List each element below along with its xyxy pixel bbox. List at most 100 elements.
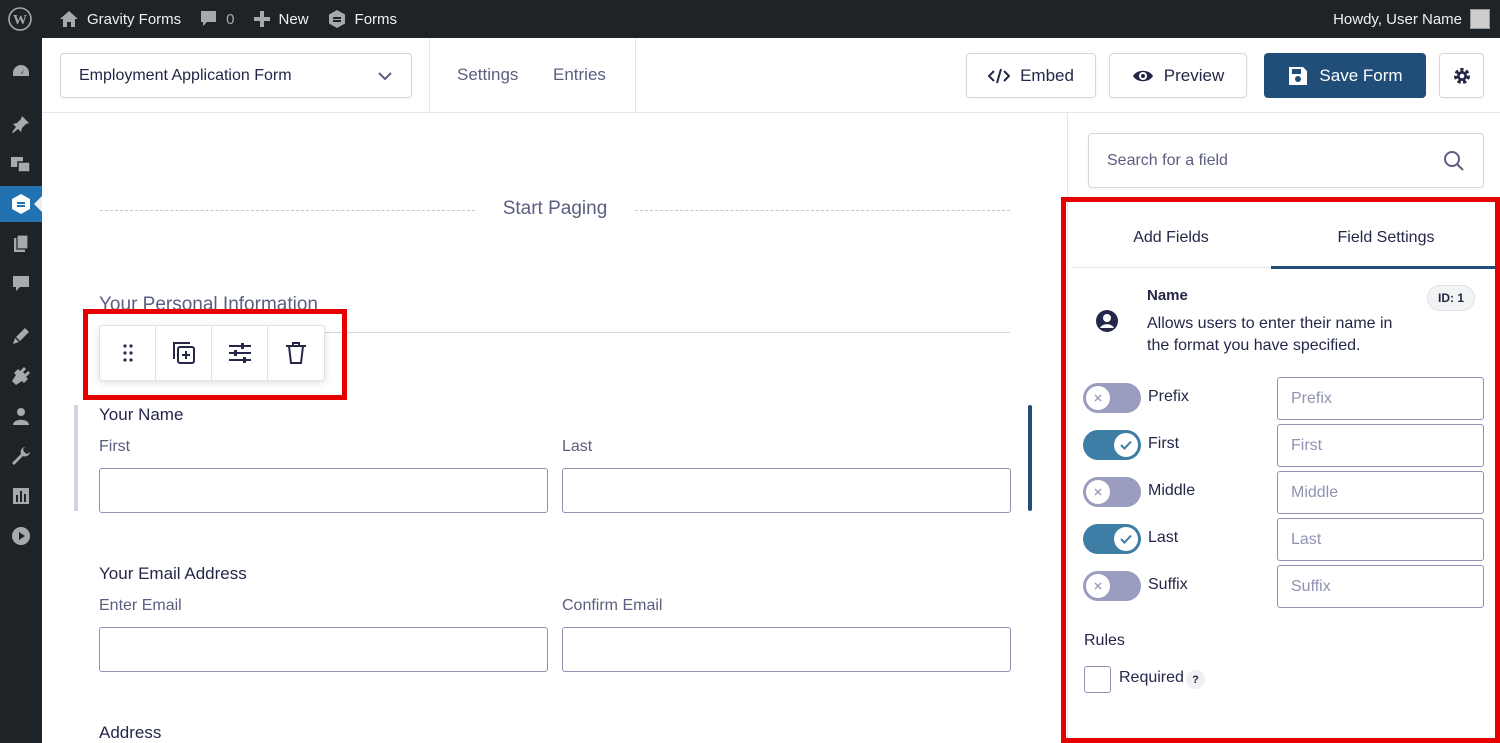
sidebar-tabs: Add Fields Field Settings — [1071, 208, 1500, 269]
confirm-email-sublabel: Confirm Email — [562, 597, 663, 614]
dashboard-icon[interactable] — [9, 60, 33, 84]
comments-icon[interactable] — [9, 272, 33, 296]
tools-icon[interactable] — [9, 444, 33, 468]
required-checkbox[interactable] — [1084, 666, 1111, 693]
middle-placeholder-input[interactable] — [1277, 471, 1484, 514]
settings-icon[interactable] — [9, 484, 33, 508]
address-field-label[interactable]: Address — [99, 723, 161, 743]
appearance-icon[interactable] — [9, 324, 33, 348]
chevron-down-icon — [378, 71, 392, 80]
last-placeholder-input[interactable] — [1277, 518, 1484, 561]
x-icon — [1094, 582, 1102, 590]
account-item[interactable]: Howdy, User Name — [1324, 0, 1500, 38]
name-part-row-prefix: Prefix — [1083, 377, 1500, 420]
site-name: Gravity Forms — [87, 10, 182, 28]
gravity-forms-icon[interactable] — [9, 192, 33, 216]
drag-handle-icon — [122, 344, 133, 362]
tab-add-fields[interactable]: Add Fields — [1071, 208, 1271, 268]
eye-icon — [1132, 70, 1153, 81]
site-name-item[interactable]: Gravity Forms — [41, 0, 190, 38]
last-toggle[interactable] — [1083, 524, 1141, 554]
last-toggle-label: Last — [1148, 529, 1179, 546]
avatar — [1470, 9, 1490, 29]
pages-icon[interactable] — [9, 232, 33, 256]
plugins-icon[interactable] — [9, 364, 33, 388]
save-form-label: Save Form — [1319, 65, 1403, 85]
gear-icon — [1453, 67, 1470, 84]
plus-icon — [253, 11, 270, 27]
forms-item[interactable]: Forms — [318, 0, 407, 38]
name-part-row-last: Last — [1083, 518, 1500, 561]
embed-button[interactable]: Embed — [966, 53, 1096, 98]
header-divider — [429, 38, 430, 113]
comments-item[interactable]: 0 — [190, 0, 243, 38]
first-placeholder-input[interactable] — [1277, 424, 1484, 467]
wordpress-logo-item[interactable]: W — [0, 0, 41, 38]
enter-email-input[interactable] — [99, 627, 548, 672]
page-break-start-paging[interactable]: Start Paging — [100, 198, 1010, 222]
code-icon — [988, 68, 1011, 83]
preview-button[interactable]: Preview — [1109, 53, 1247, 98]
x-icon — [1094, 394, 1102, 402]
header-divider — [635, 38, 636, 113]
comments-count: 0 — [226, 10, 235, 28]
settings-link[interactable]: Settings — [457, 65, 518, 85]
new-content-item[interactable]: New — [244, 0, 318, 38]
prefix-toggle[interactable] — [1083, 383, 1141, 413]
field-id-badge: ID: 1 — [1427, 285, 1476, 311]
form-editor-header: Employment Application Form Settings Ent… — [42, 38, 1500, 113]
page-break-label: Start Paging — [502, 198, 608, 219]
admin-bar: W Gravity Forms 0 New Forms Howdy, User … — [0, 0, 1500, 38]
name-field-label[interactable]: Your Name — [99, 405, 183, 425]
field-action-toolbar — [99, 325, 325, 381]
entries-link[interactable]: Entries — [553, 65, 606, 85]
editor-sidebar: Add Fields Field Settings Name ID: 1 All… — [1067, 113, 1500, 743]
sliders-icon — [228, 343, 251, 363]
first-name-input[interactable] — [99, 468, 548, 513]
suffix-toggle-label: Suffix — [1148, 576, 1188, 593]
floppy-disk-icon — [1289, 66, 1308, 85]
email-field-label[interactable]: Your Email Address — [99, 564, 247, 584]
help-icon[interactable]: ? — [1186, 670, 1205, 689]
svg-text:W: W — [13, 13, 27, 28]
users-icon[interactable] — [9, 404, 33, 428]
howdy-text: Howdy, User Name — [1333, 10, 1462, 28]
form-settings-gear-button[interactable] — [1439, 53, 1484, 98]
check-icon — [1120, 534, 1132, 544]
name-part-row-first: First — [1083, 424, 1500, 467]
tab-field-settings[interactable]: Field Settings — [1271, 208, 1500, 269]
last-name-sublabel: Last — [562, 438, 593, 455]
trash-icon — [286, 342, 306, 364]
last-name-input[interactable] — [562, 468, 1011, 513]
first-toggle[interactable] — [1083, 430, 1141, 460]
first-name-sublabel: First — [99, 438, 131, 455]
embed-label: Embed — [1020, 65, 1074, 85]
middle-toggle[interactable] — [1083, 477, 1141, 507]
search-icon[interactable] — [1443, 150, 1465, 172]
play-icon[interactable] — [9, 524, 33, 548]
section-title[interactable]: Your Personal Information — [99, 294, 318, 316]
form-switcher-select[interactable]: Employment Application Form — [60, 53, 412, 98]
forms-label: Forms — [354, 10, 398, 28]
suffix-placeholder-input[interactable] — [1277, 565, 1484, 608]
duplicate-icon — [172, 342, 195, 364]
pin-icon[interactable] — [9, 112, 33, 136]
selected-field-indicator — [1028, 405, 1032, 511]
x-icon — [1094, 488, 1102, 496]
delete-field-button[interactable] — [268, 326, 324, 380]
confirm-email-input[interactable] — [562, 627, 1011, 672]
field-search-box — [1088, 133, 1484, 188]
field-settings-button[interactable] — [212, 326, 268, 380]
media-icon[interactable] — [9, 152, 33, 176]
field-search-input[interactable] — [1107, 151, 1427, 170]
suffix-toggle[interactable] — [1083, 571, 1141, 601]
save-form-button[interactable]: Save Form — [1264, 53, 1426, 98]
name-part-row-middle: Middle — [1083, 471, 1500, 514]
check-icon — [1120, 440, 1132, 450]
duplicate-field-button[interactable] — [156, 326, 212, 380]
prefix-placeholder-input[interactable] — [1277, 377, 1484, 420]
required-label: Required — [1119, 669, 1184, 686]
field-type-title: Name — [1147, 287, 1188, 304]
drag-handle-button[interactable] — [100, 326, 156, 380]
selected-field-indicator — [74, 405, 78, 511]
